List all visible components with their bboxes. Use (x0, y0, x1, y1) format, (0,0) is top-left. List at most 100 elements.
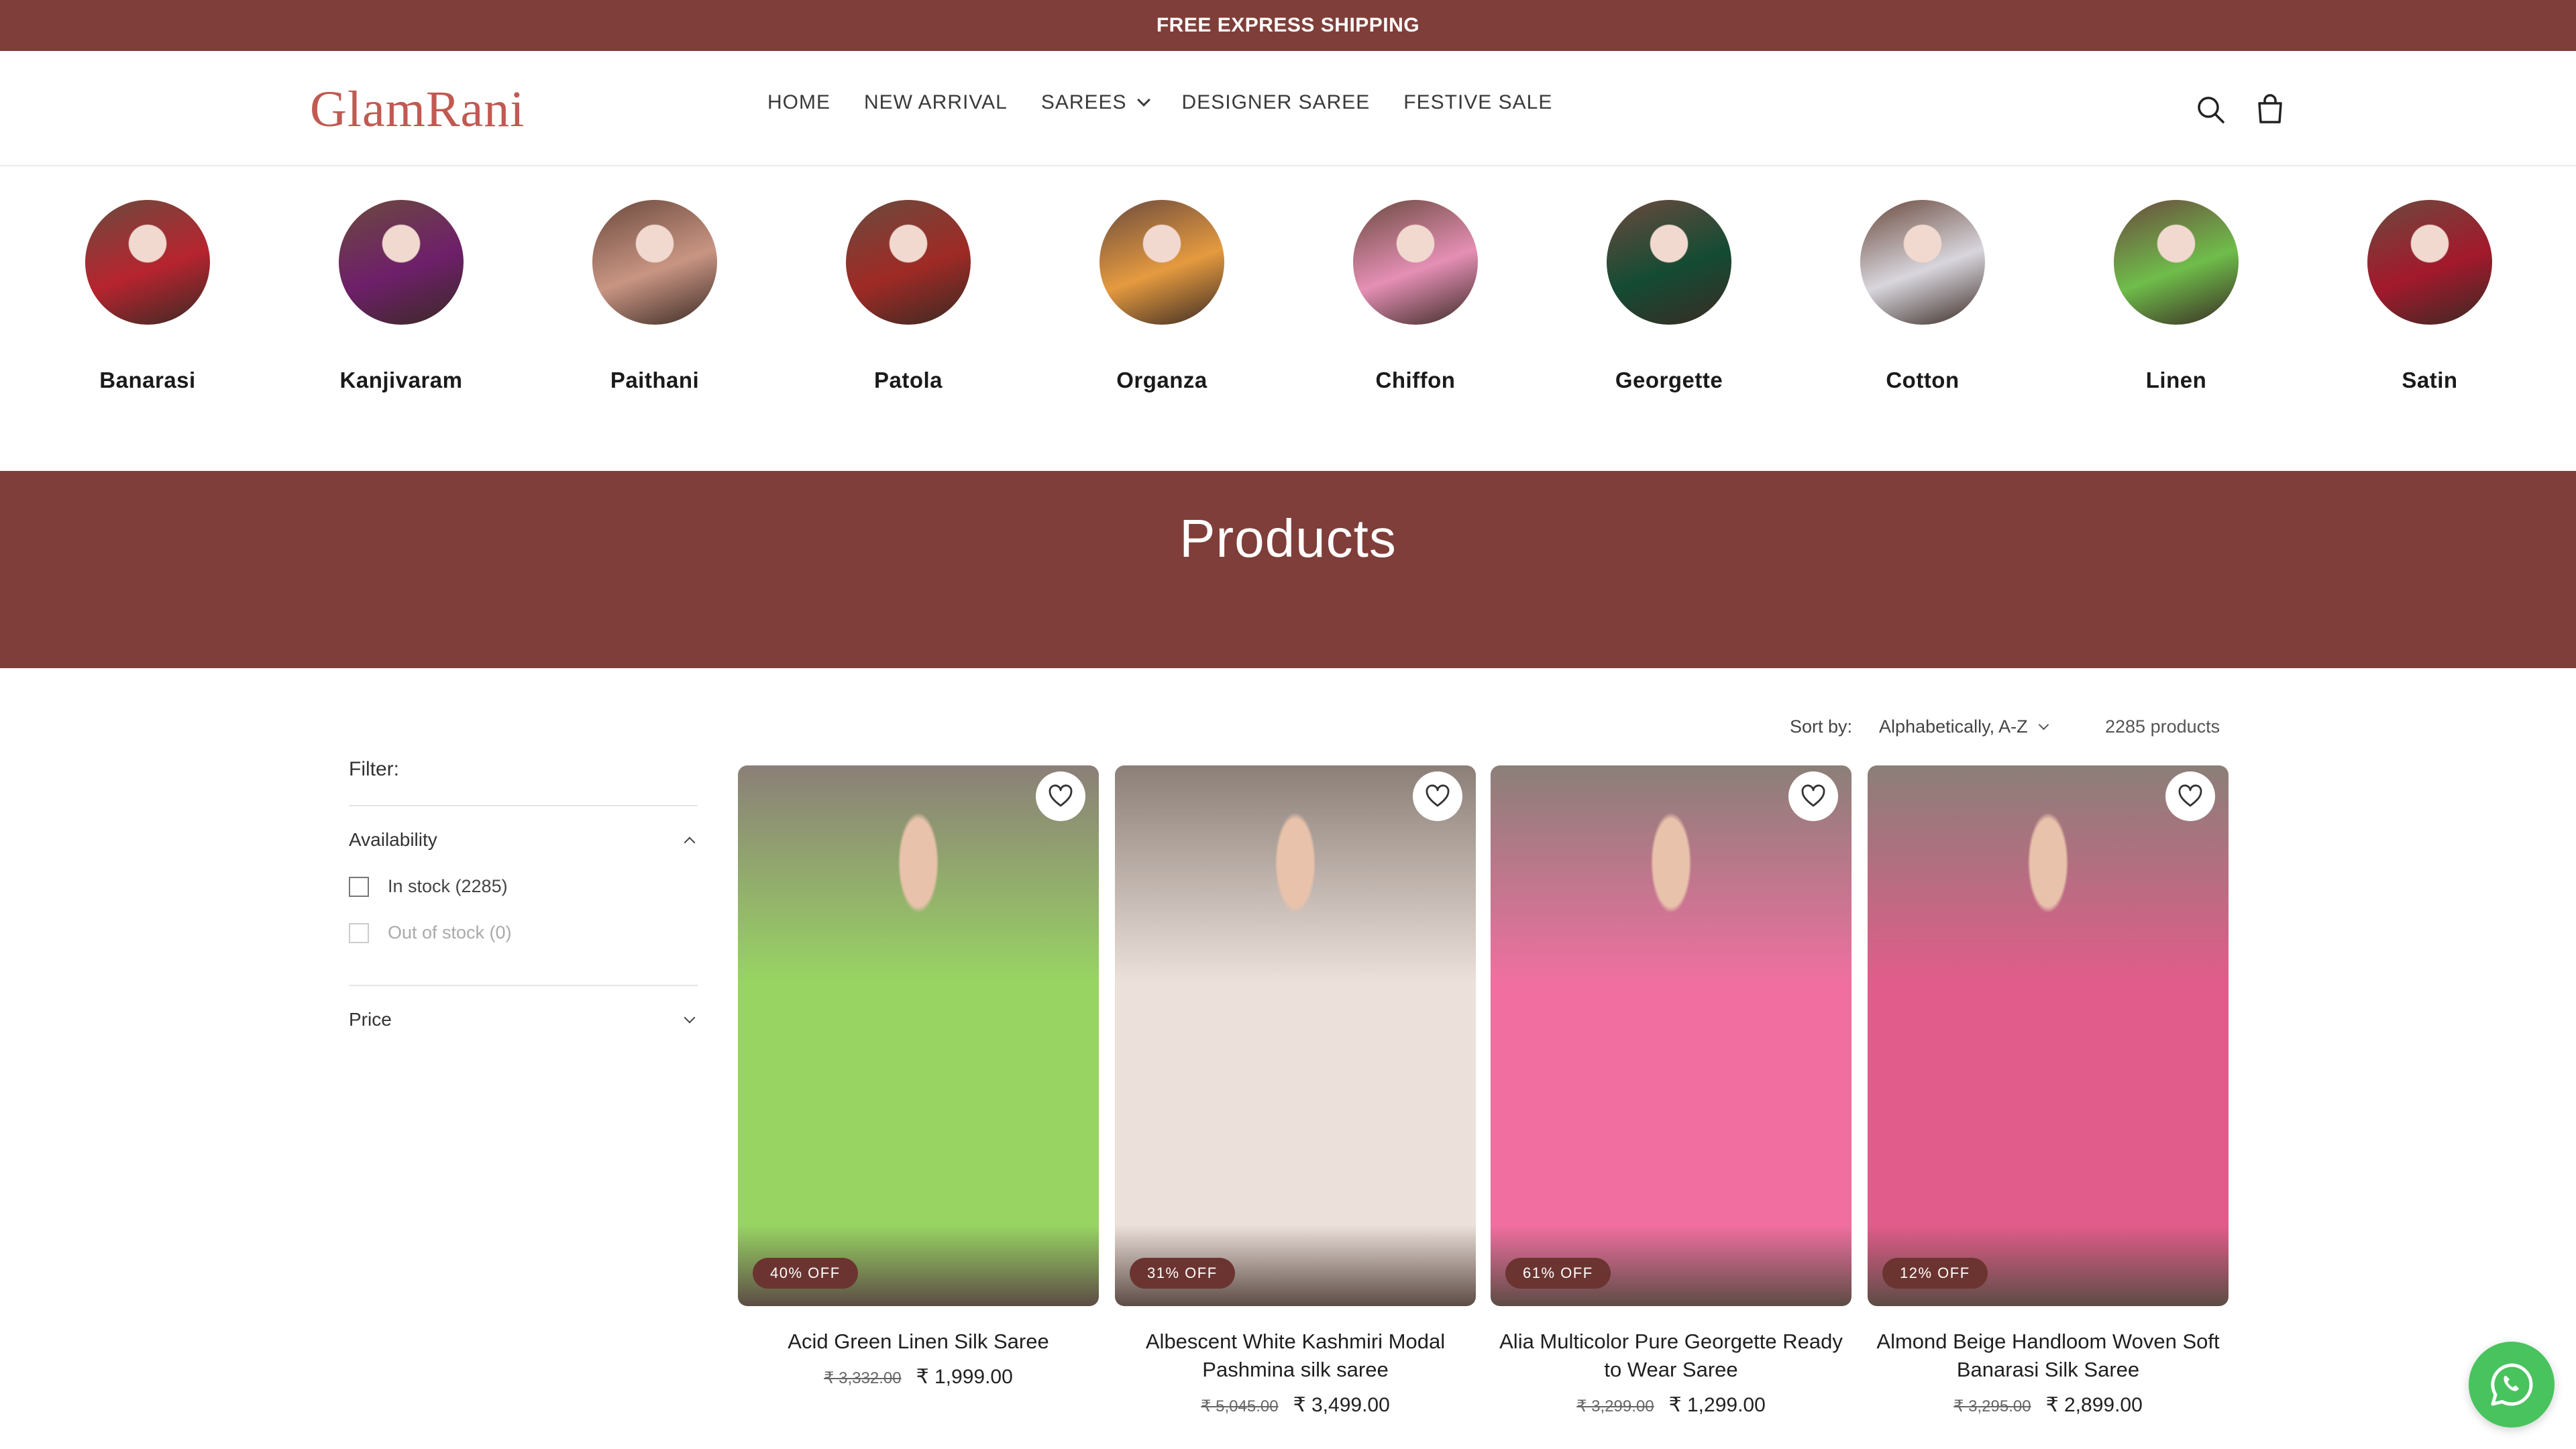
cart-icon[interactable] (2253, 93, 2288, 127)
product-image[interactable]: 61% OFF (1491, 765, 1851, 1306)
wishlist-button[interactable] (2165, 771, 2215, 821)
nav-label: FESTIVE SALE (1403, 91, 1553, 113)
product-title[interactable]: Almond Beige Handloom Woven Soft Banaras… (1868, 1328, 2229, 1384)
compare-at-price: ₹ 3,299.00 (1576, 1397, 1654, 1415)
category-patola[interactable]: Patola (821, 200, 996, 393)
whatsapp-icon (2491, 1363, 2533, 1406)
sale-price: ₹ 1,299.00 (1668, 1394, 1766, 1416)
product-card[interactable]: 12% OFF Almond Beige Handloom Woven Soft … (1868, 765, 2229, 1417)
discount-badge: 12% OFF (1882, 1258, 1988, 1289)
category-label: Satin (2402, 368, 2458, 392)
checkbox-in-stock[interactable] (349, 876, 369, 897)
price-toggle[interactable]: Price (349, 1009, 698, 1030)
product-card[interactable]: 61% OFF Alia Multicolor Pure Georgette Re… (1491, 765, 1851, 1417)
nav-label: HOME (767, 91, 830, 113)
sort-label: Sort by: (1790, 716, 1853, 737)
category-paithani[interactable]: Paithani (568, 200, 742, 393)
availability-toggle[interactable]: Availability (349, 829, 698, 851)
nav-label: SAREES (1040, 91, 1127, 113)
sort-bar: Sort by: Alphabetically, A-Z (1790, 716, 2049, 737)
category-image (2114, 200, 2239, 325)
main-nav: HOME NEW ARRIVAL SAREES DESIGNER SAREE F… (767, 91, 1586, 114)
wishlist-button[interactable] (1413, 771, 1462, 821)
category-image (846, 200, 971, 325)
nav-new-arrival[interactable]: NEW ARRIVAL (864, 91, 1008, 114)
sale-price: ₹ 1,999.00 (916, 1366, 1013, 1388)
product-price: ₹ 3,299.00 ₹ 1,299.00 (1491, 1393, 1851, 1417)
heart-icon (2178, 784, 2202, 807)
product-title[interactable]: Alia Multicolor Pure Georgette Ready to … (1491, 1328, 1851, 1384)
category-cotton[interactable]: Cotton (1835, 200, 2010, 393)
product-image[interactable]: 12% OFF (1868, 765, 2229, 1306)
divider (349, 805, 698, 806)
category-label: Organza (1116, 368, 1208, 392)
category-kanjivaram[interactable]: Kanjivaram (314, 200, 488, 393)
category-satin[interactable]: Satin (2343, 200, 2517, 393)
heart-icon (1426, 784, 1450, 807)
filter-out-of-stock[interactable]: Out of stock (0) (349, 922, 698, 943)
category-label: Georgette (1615, 368, 1723, 392)
product-card[interactable]: 31% OFF Albescent White Kashmiri Modal Pa… (1115, 765, 1476, 1417)
whatsapp-button[interactable] (2469, 1342, 2555, 1428)
chevron-down-icon (2038, 719, 2049, 731)
logo-text: GlamRani (310, 80, 525, 138)
product-title[interactable]: Albescent White Kashmiri Modal Pashmina … (1115, 1328, 1476, 1384)
product-image[interactable]: 31% OFF (1115, 765, 1476, 1306)
category-label: Kanjivaram (339, 368, 463, 392)
sale-price: ₹ 3,499.00 (1293, 1394, 1390, 1416)
product-image[interactable]: 40% OFF (738, 765, 1099, 1306)
product-price: ₹ 5,045.00 ₹ 3,499.00 (1115, 1393, 1476, 1417)
availability-options: In stock (2285) Out of stock (0) (349, 876, 698, 943)
filter-title: Filter: (349, 758, 399, 780)
product-price: ₹ 3,295.00 ₹ 2,899.00 (1868, 1393, 2229, 1417)
divider (349, 985, 698, 986)
filter-in-stock[interactable]: In stock (2285) (349, 876, 698, 897)
category-label: Patola (873, 368, 943, 392)
category-banarasi[interactable]: Banarasi (60, 200, 235, 393)
checkbox-out-of-stock[interactable] (349, 922, 369, 943)
option-label: Out of stock (0) (388, 922, 512, 943)
chevron-down-icon (1136, 93, 1150, 107)
product-price: ₹ 3,332.00 ₹ 1,999.00 (738, 1365, 1099, 1389)
filter-panel: Filter: Availability In stock (2285) Out… (349, 758, 698, 1030)
product-card[interactable]: 40% OFF Acid Green Linen Silk Saree ₹ 3,33… (738, 765, 1099, 1389)
sort-value: Alphabetically, A-Z (1879, 716, 2028, 737)
heart-icon (1049, 784, 1073, 807)
nav-label: NEW ARRIVAL (864, 91, 1008, 113)
sort-select[interactable]: Alphabetically, A-Z (1879, 716, 2049, 737)
option-label: In stock (2285) (388, 876, 508, 896)
compare-at-price: ₹ 3,295.00 (1953, 1397, 2031, 1415)
chevron-down-icon (684, 1012, 696, 1024)
price-label: Price (349, 1009, 392, 1030)
category-image (85, 200, 210, 325)
category-georgette[interactable]: Georgette (1582, 200, 1756, 393)
category-image (2367, 200, 2492, 325)
search-icon[interactable] (2194, 93, 2229, 127)
nav-designer-saree[interactable]: DESIGNER SAREE (1182, 91, 1371, 114)
page-title: Products (1179, 508, 1397, 568)
category-strip: Banarasi Kanjivaram Paithani Patola Organza C… (0, 168, 2576, 471)
category-label: Linen (2145, 368, 2207, 392)
category-linen[interactable]: Linen (2089, 200, 2263, 393)
site-header: GlamRani HOME NEW ARRIVAL SAREES DESIGNE… (0, 51, 2576, 166)
collection-banner: Products (0, 471, 2576, 668)
chevron-up-icon (684, 837, 696, 849)
category-chiffon[interactable]: Chiffon (1328, 200, 1503, 393)
nav-festive-sale[interactable]: FESTIVE SALE (1403, 91, 1552, 114)
compare-at-price: ₹ 3,332.00 (824, 1369, 902, 1387)
announcement-bar: FREE EXPRESS SHIPPING (0, 0, 2576, 51)
sale-price: ₹ 2,899.00 (2045, 1394, 2143, 1416)
nav-sarees[interactable]: SAREES (1040, 91, 1150, 114)
nav-label: DESIGNER SAREE (1181, 91, 1371, 113)
category-image (1099, 200, 1224, 325)
category-image (1860, 200, 1985, 325)
product-title[interactable]: Acid Green Linen Silk Saree (738, 1328, 1099, 1356)
discount-badge: 61% OFF (1505, 1258, 1611, 1289)
category-organza[interactable]: Organza (1075, 200, 1249, 393)
wishlist-button[interactable] (1036, 771, 1085, 821)
logo[interactable]: GlamRani (310, 79, 525, 140)
announcement-text: FREE EXPRESS SHIPPING (1156, 14, 1420, 36)
wishlist-button[interactable] (1788, 771, 1838, 821)
category-image (1607, 200, 1731, 325)
nav-home[interactable]: HOME (767, 91, 830, 114)
